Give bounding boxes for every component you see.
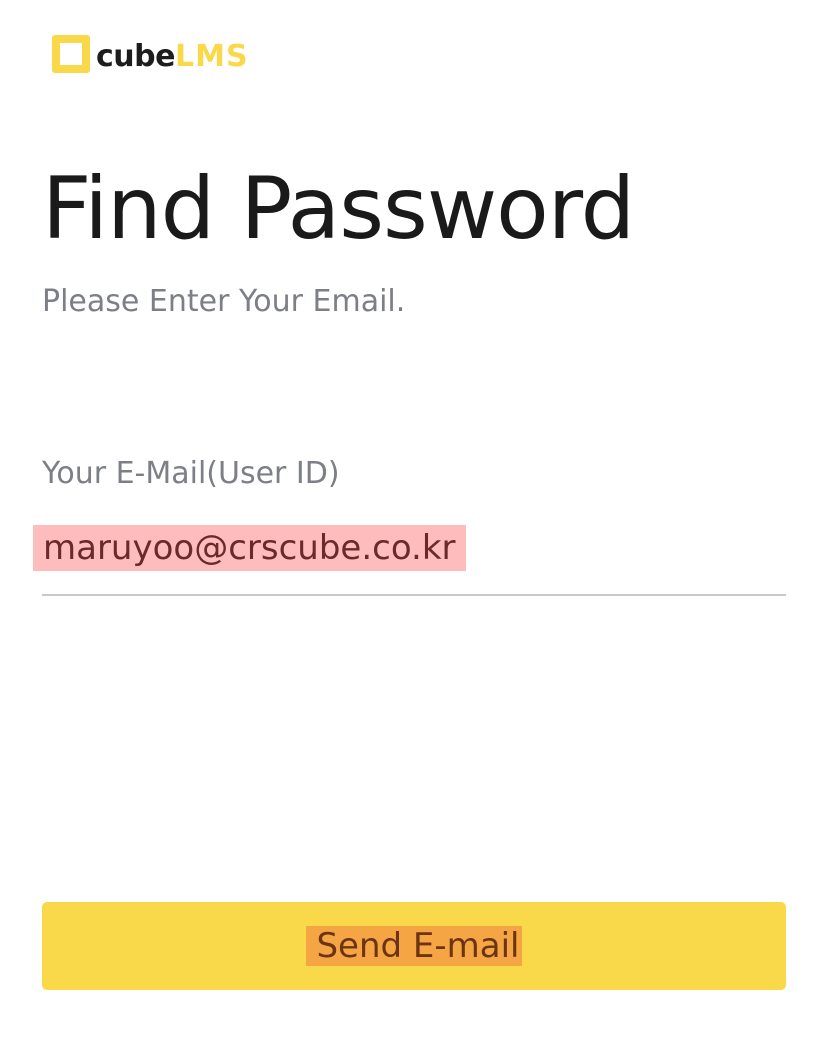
send-email-button-label: Send E-mail: [306, 926, 522, 966]
email-input-value[interactable]: maruyoo@crscube.co.kr: [33, 525, 466, 571]
logo-text: cubeLMS: [96, 42, 249, 72]
email-input[interactable]: maruyoo@crscube.co.kr: [33, 520, 786, 596]
send-email-button[interactable]: Send E-mail: [42, 902, 786, 990]
email-field-label: Your E-Mail(User ID): [42, 456, 340, 491]
logo-square-icon: [52, 35, 90, 73]
page-title: Find Password: [42, 159, 635, 259]
app-logo: cubeLMS: [52, 34, 249, 74]
page-subtitle: Please Enter Your Email.: [42, 284, 406, 319]
logo-text-lms: LMS: [174, 39, 249, 74]
logo-text-cube: cube: [96, 39, 175, 74]
